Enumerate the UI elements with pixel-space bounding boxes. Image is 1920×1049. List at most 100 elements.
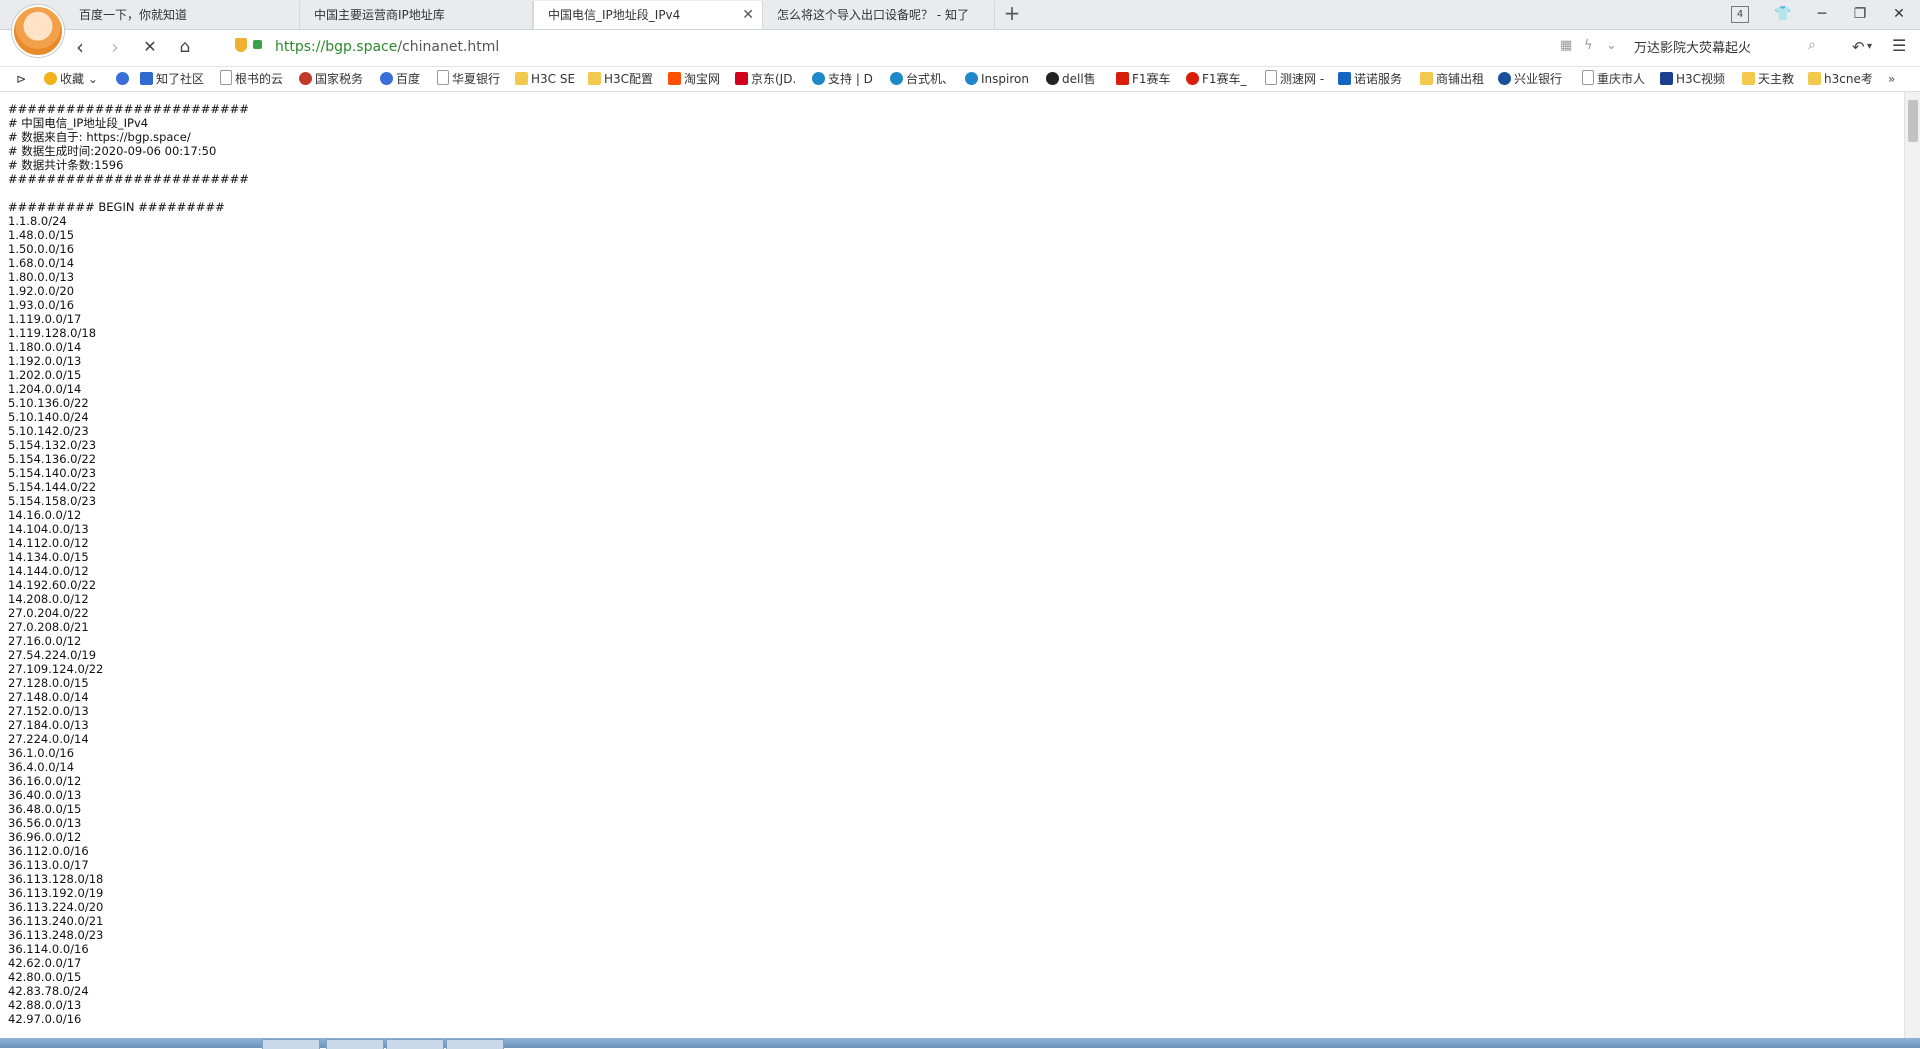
bookmark-f1-weibo[interactable]: F1赛车_ [1186, 67, 1252, 91]
bookmark-label: 京东(JD. [751, 72, 797, 86]
folder-icon [588, 72, 601, 85]
security-shield-icon[interactable] [235, 38, 247, 52]
bookmark-speedtest[interactable]: 测速网 - [1265, 67, 1330, 91]
ip-range-line: 27.152.0.0/13 [8, 704, 89, 718]
folder-icon [1420, 72, 1433, 85]
bookmark-h3c-se[interactable]: H3C SE [515, 67, 583, 91]
bookmark-taobao[interactable]: 淘宝网 [668, 67, 730, 91]
close-tab-icon[interactable]: ✕ [742, 1, 754, 28]
page-icon [437, 70, 449, 85]
search-icon[interactable]: ⌕ [1808, 37, 1816, 53]
tax-icon [299, 72, 312, 85]
ip-range-line: 1.92.0.0/20 [8, 284, 75, 298]
ip-range-line: 42.88.0.0/13 [8, 998, 82, 1012]
chevron-down-icon[interactable]: ▾ [1867, 41, 1872, 52]
tab-zhiliao-question[interactable]: 怎么将这个导入出口设备呢？ - 知了 [763, 1, 995, 29]
search-input[interactable] [1630, 35, 1838, 57]
bookmark-jd[interactable]: 京东(JD. [735, 67, 801, 91]
bookmark-label: H3C配置 [604, 72, 654, 86]
restore-button[interactable]: ❐ [1843, 0, 1877, 29]
forward-button[interactable]: › [103, 36, 127, 60]
os-taskbar [0, 1038, 1920, 1049]
bookmark-nuonuo[interactable]: 诺诺服务 [1338, 67, 1406, 91]
ip-range-line: 27.148.0.0/14 [8, 690, 89, 704]
bookmark-dell-desktop[interactable]: 台式机、 [890, 67, 952, 91]
lightning-icon[interactable]: ϟ [1584, 38, 1593, 53]
bookmark-label: Inspiron [981, 72, 1029, 86]
ip-range-line: 27.128.0.0/15 [8, 676, 89, 690]
ip-range-line: 14.144.0.0/12 [8, 564, 89, 578]
ip-range-line: 14.192.60.0/22 [8, 578, 97, 592]
bookmark-dell-sales[interactable]: dell售 [1046, 67, 1104, 91]
weibo-icon [1186, 72, 1199, 85]
ip-range-line: 36.96.0.0/12 [8, 830, 82, 844]
h3c-icon [1660, 72, 1673, 85]
bookmark-h3c-config[interactable]: H3C配置 [588, 67, 656, 91]
lock-icon[interactable] [253, 40, 262, 49]
bookmark-chongqing[interactable]: 重庆市人 [1582, 67, 1646, 91]
minimize-button[interactable]: ─ [1805, 0, 1839, 29]
bookmark-huaxia-bank[interactable]: 华夏银行 [437, 67, 503, 91]
bookmark-catholic[interactable]: 天主教 [1742, 67, 1800, 91]
bookmark-inspiron[interactable]: Inspiron [965, 67, 1035, 91]
tab-bar: 百度一下，你就知道 中国主要运营商IP地址库 中国电信_IP地址段_IPv4 ✕… [0, 0, 1920, 30]
back-button[interactable]: ‹ [68, 36, 92, 60]
bookmark-baidu-paw[interactable] [116, 67, 134, 91]
sina-icon [1116, 72, 1129, 85]
page-content: ######################### # 中国电信_IP地址段_IP… [0, 92, 1904, 1038]
sidebar-toggle-icon[interactable]: ⊳ [16, 67, 26, 91]
page-icon [220, 70, 232, 85]
ip-range-line: 27.0.208.0/21 [8, 620, 89, 634]
tab-ip-library[interactable]: 中国主要运营商IP地址库 [300, 1, 533, 29]
dell-icon [890, 72, 903, 85]
bookmark-label: dell售 [1062, 72, 1096, 86]
ip-range-line: 36.113.192.0/19 [8, 886, 104, 900]
bookmark-zhiliao[interactable]: 知了社区 [140, 67, 215, 91]
paw-icon [116, 72, 129, 85]
url-scheme: https:// [275, 39, 326, 55]
tab-chinanet-ipv4[interactable]: 中国电信_IP地址段_IPv4 ✕ [533, 1, 763, 29]
close-window-button[interactable]: ✕ [1882, 0, 1916, 29]
address-bar[interactable]: https://bgp.space/chinanet.html [275, 37, 499, 57]
jd-icon [735, 72, 748, 85]
scrollbar-thumb[interactable] [1908, 100, 1918, 142]
menu-icon[interactable]: ☰ [1892, 36, 1906, 55]
bookmark-f1-sina[interactable]: F1赛车 [1116, 67, 1174, 91]
ip-range-line: 36.48.0.0/15 [8, 802, 82, 816]
ip-range-line: 42.62.0.0/17 [8, 956, 82, 970]
home-button[interactable]: ⌂ [173, 36, 197, 60]
stop-loading-button[interactable]: ✕ [138, 36, 162, 60]
ip-range-line: 36.1.0.0/16 [8, 746, 75, 760]
tab-baidu[interactable]: 百度一下，你就知道 [65, 1, 300, 29]
ip-range-line: 5.154.140.0/23 [8, 466, 97, 480]
user-avatar[interactable] [12, 5, 64, 57]
bookmark-baidu[interactable]: 百度 [380, 67, 436, 91]
bookmark-h3c-video[interactable]: H3C视频 [1660, 67, 1728, 91]
shirt-skin-icon[interactable]: 👕 [1766, 0, 1800, 29]
ip-range-line: 27.224.0.0/14 [8, 732, 89, 746]
tab-count-badge[interactable]: 4 [1731, 6, 1749, 23]
bookmarks-overflow-icon[interactable]: » [1888, 67, 1908, 91]
bookmark-label: 天主教 [1758, 72, 1795, 86]
ip-range-line: 27.0.204.0/22 [8, 606, 89, 620]
bookmark-genshu[interactable]: 根书的云 [220, 67, 284, 91]
dell-black-icon [1046, 72, 1059, 85]
ip-range-line: 1.48.0.0/15 [8, 228, 75, 242]
undo-icon[interactable]: ↶ [1852, 38, 1865, 56]
bookmark-favorites[interactable]: 收藏 ⌄ [44, 67, 104, 91]
bookmark-dell-support[interactable]: 支持 | D [812, 67, 878, 91]
vertical-scrollbar[interactable] [1904, 92, 1920, 1038]
header-comment-line: # 数据共计条数:1596 [8, 158, 124, 172]
bookmark-tax[interactable]: 国家税务 [299, 67, 367, 91]
new-tab-button[interactable]: + [1000, 0, 1024, 29]
bookmark-h3cne[interactable]: h3cne考 [1808, 67, 1872, 91]
bookmark-shop-rent[interactable]: 商铺出租 [1420, 67, 1490, 91]
dell-icon [812, 72, 825, 85]
ip-range-line: 1.192.0.0/13 [8, 354, 82, 368]
ip-range-line: 5.10.142.0/23 [8, 424, 89, 438]
plain-text-document: ######################### # 中国电信_IP地址段_IP… [0, 92, 1904, 1026]
chevron-down-icon[interactable]: ⌄ [1606, 38, 1617, 53]
bookmark-cib-bank[interactable]: 兴业银行 [1498, 67, 1568, 91]
qr-code-icon[interactable]: ▦ [1560, 38, 1572, 53]
